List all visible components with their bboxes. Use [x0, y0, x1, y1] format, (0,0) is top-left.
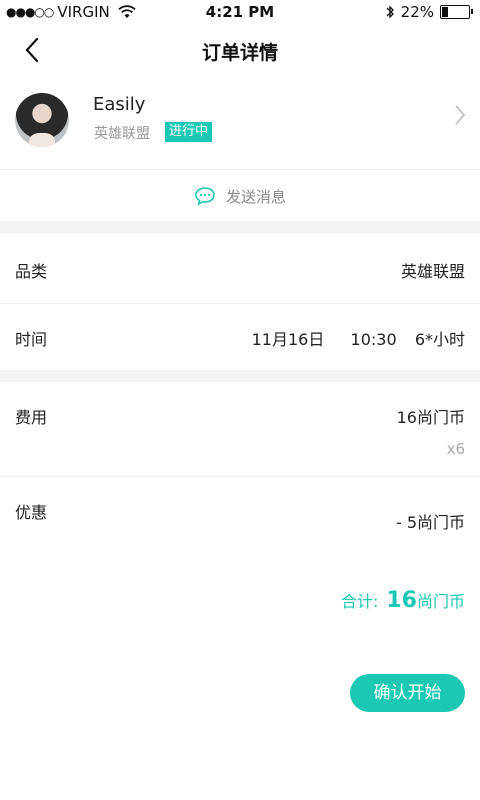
section-separator	[0, 370, 480, 382]
send-message-button[interactable]: 发送消息	[0, 171, 480, 221]
fee-value: 16尚门币	[396, 408, 465, 427]
battery-fill	[442, 7, 449, 17]
user-game: 英雄联盟	[94, 126, 150, 142]
total-summary: 合计: 16 尚门币	[341, 588, 465, 613]
avatar	[15, 93, 69, 147]
category-value: 英雄联盟	[400, 262, 465, 281]
confirm-start-button[interactable]: 确认开始	[350, 674, 465, 712]
fee-label: 费用	[15, 408, 48, 427]
time-duration: 6*小时	[414, 330, 465, 349]
fee-multiplier: x6	[446, 440, 465, 458]
battery-icon	[440, 5, 473, 19]
discount-value: - 5尚门币	[395, 513, 465, 532]
total-label: 合计:	[340, 592, 379, 611]
category-label: 品类	[15, 262, 48, 281]
discount-row: 优惠 - 5尚门币	[0, 477, 480, 547]
discount-label: 优惠	[15, 503, 48, 522]
total-unit: 尚门币	[416, 592, 465, 611]
page-title: 订单详情	[201, 42, 278, 64]
time-label: 时间	[15, 330, 48, 349]
battery-percent: 22%	[400, 3, 434, 21]
chevron-right-icon	[455, 105, 466, 125]
status-badge: 进行中	[165, 122, 213, 142]
time-value: 11月16日 10:30 6*小时	[252, 326, 465, 350]
time-row: 时间 11月16日 10:30 6*小时	[0, 304, 480, 370]
total-amount: 16	[386, 588, 417, 613]
user-card[interactable]: Easily 英雄联盟 进行中	[0, 80, 480, 170]
category-row: 品类 英雄联盟	[0, 233, 480, 303]
section-separator	[0, 221, 480, 233]
chat-bubble-icon	[195, 187, 215, 206]
fee-row: 费用 16尚门币 x6	[0, 382, 480, 476]
time-clock: 10:30	[350, 330, 397, 349]
bluetooth-icon	[386, 5, 394, 19]
nav-bar: 订单详情	[0, 24, 480, 78]
status-right: 22%	[385, 3, 473, 21]
user-name: Easily	[93, 94, 146, 115]
status-bar: ●●●○○ VIRGIN 4:21 PM 22%	[0, 0, 480, 24]
time-date: 11月16日	[251, 330, 325, 349]
send-message-label: 发送消息	[225, 187, 286, 206]
